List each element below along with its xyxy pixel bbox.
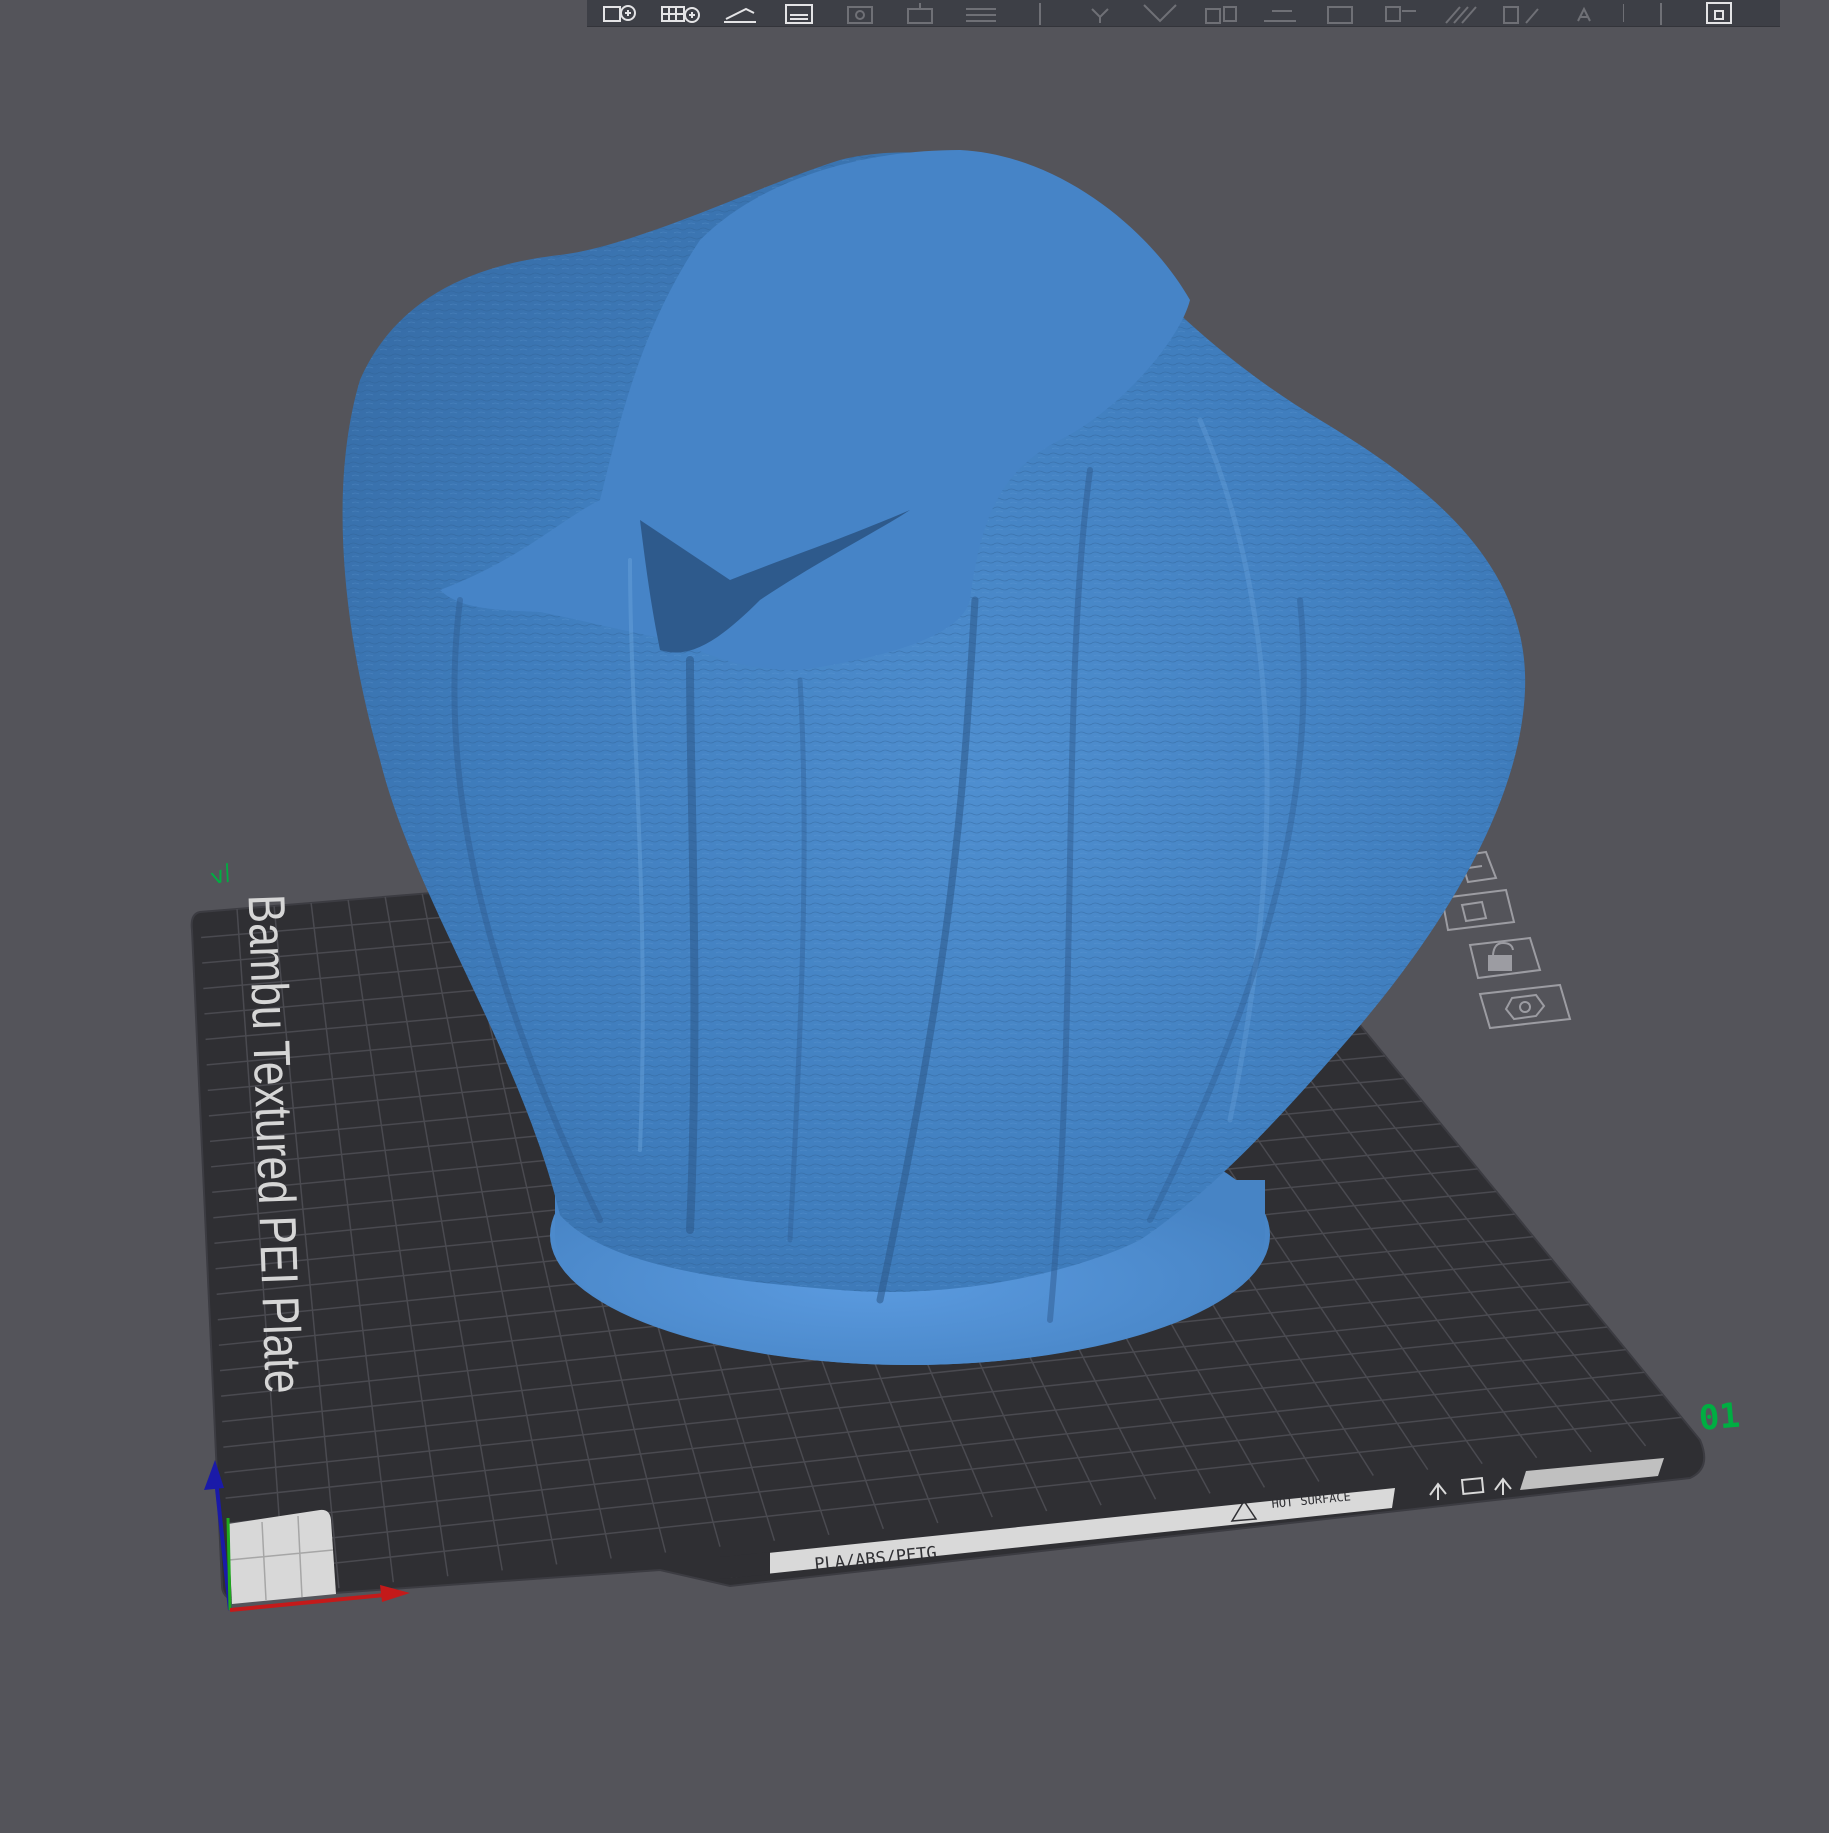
cut-icon xyxy=(1264,10,1296,22)
lay-on-face-button[interactable] xyxy=(1193,1,1247,25)
plate-number[interactable]: 01 xyxy=(1697,1396,1741,1439)
plate-lock-icon[interactable] xyxy=(1468,936,1542,980)
rotate-button[interactable] xyxy=(1073,1,1127,25)
move-button[interactable] xyxy=(1013,1,1067,25)
split-to-objects-button[interactable] xyxy=(833,1,887,25)
color-paint-button[interactable] xyxy=(1433,1,1487,25)
emboss-text-button[interactable] xyxy=(1553,1,1607,25)
split-to-objects-icon xyxy=(847,6,873,24)
add-object-button[interactable] xyxy=(593,1,647,25)
layers-icon xyxy=(966,8,996,22)
seam-paint-icon xyxy=(1385,6,1416,22)
mesh-boolean-icon xyxy=(1503,6,1539,24)
lay-on-face-icon xyxy=(1205,6,1237,24)
toolbar-separator xyxy=(1623,4,1624,22)
arrange-icon xyxy=(785,4,813,24)
plate-settings-icon[interactable] xyxy=(1478,983,1572,1030)
plate-origin-swatch xyxy=(228,1509,336,1604)
plate-corner-marker: v/ xyxy=(208,860,236,891)
scale-icon xyxy=(1143,4,1177,23)
add-plate-button[interactable] xyxy=(653,1,707,25)
measure-icon xyxy=(1660,3,1662,25)
add-object-icon xyxy=(603,5,636,22)
auto-orient-icon xyxy=(724,7,756,23)
y-axis xyxy=(226,1517,232,1611)
auto-orient-button[interactable] xyxy=(713,1,767,25)
seam-paint-button[interactable] xyxy=(1373,1,1427,25)
split-to-parts-button[interactable] xyxy=(893,1,947,25)
support-paint-icon xyxy=(1327,6,1353,24)
main-toolbar xyxy=(587,0,1780,27)
measure-button[interactable] xyxy=(1634,1,1688,25)
cut-button[interactable] xyxy=(1253,1,1307,25)
arrange-button[interactable] xyxy=(773,1,827,25)
split-to-parts-icon xyxy=(907,3,933,24)
scene-canvas[interactable]: PLA/ABS/PETG HOT SURFACE Bambu Textured … xyxy=(0,0,1829,1829)
3d-viewport[interactable]: PLA/ABS/PETG HOT SURFACE Bambu Textured … xyxy=(0,0,1829,1829)
layers-button[interactable] xyxy=(953,1,1007,25)
add-plate-icon xyxy=(661,6,700,23)
scale-button[interactable] xyxy=(1133,1,1187,25)
emboss-text-icon xyxy=(1577,6,1591,22)
support-paint-button[interactable] xyxy=(1313,1,1367,25)
move-icon xyxy=(1039,3,1041,25)
assembly-view-button[interactable] xyxy=(1694,1,1748,25)
rotate-icon xyxy=(1091,8,1109,23)
color-paint-icon xyxy=(1445,6,1477,24)
assembly-view-icon xyxy=(1706,2,1732,24)
mesh-boolean-button[interactable] xyxy=(1493,1,1547,25)
